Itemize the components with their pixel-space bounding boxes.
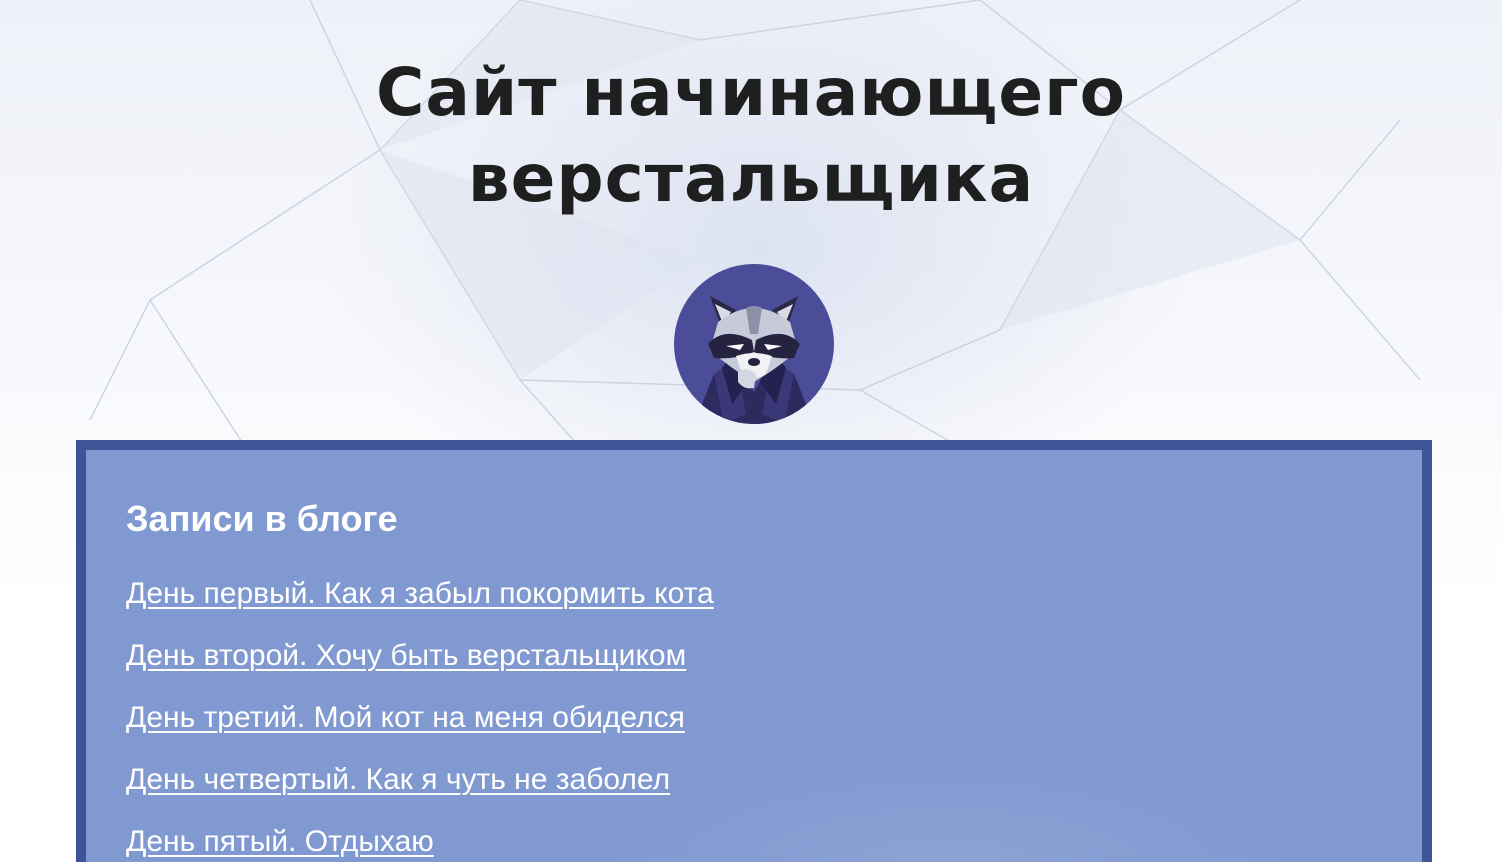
blog-post-link-2[interactable]: День второй. Хочу быть верстальщиком: [126, 639, 686, 672]
list-item: День третий. Мой кот на меня обиделся: [126, 696, 714, 758]
list-item: День второй. Хочу быть верстальщиком: [126, 634, 714, 696]
blog-heading: Записи в блоге: [126, 498, 398, 539]
blog-panel: Записи в блоге День первый. Как я забыл …: [76, 440, 1432, 862]
list-item: День пятый. Отдыхаю: [126, 820, 714, 862]
blog-post-list: День первый. Как я забыл покормить кота …: [126, 572, 714, 862]
page-title-line-2: верстальщика: [467, 140, 1035, 217]
page-title: Сайт начинающего верстальщика: [0, 50, 1502, 222]
blog-post-link-5[interactable]: День пятый. Отдыхаю: [126, 825, 434, 858]
blog-post-link-3[interactable]: День третий. Мой кот на меня обиделся: [126, 701, 685, 734]
raccoon-avatar-icon: [674, 264, 834, 424]
list-item: День четвертый. Как я чуть не заболел: [126, 758, 714, 820]
blog-post-link-4[interactable]: День четвертый. Как я чуть не заболел: [126, 763, 670, 796]
page-title-line-1: Сайт начинающего: [376, 54, 1126, 131]
list-item: День первый. Как я забыл покормить кота: [126, 572, 714, 634]
blog-post-link-1[interactable]: День первый. Как я забыл покормить кота: [126, 577, 714, 610]
